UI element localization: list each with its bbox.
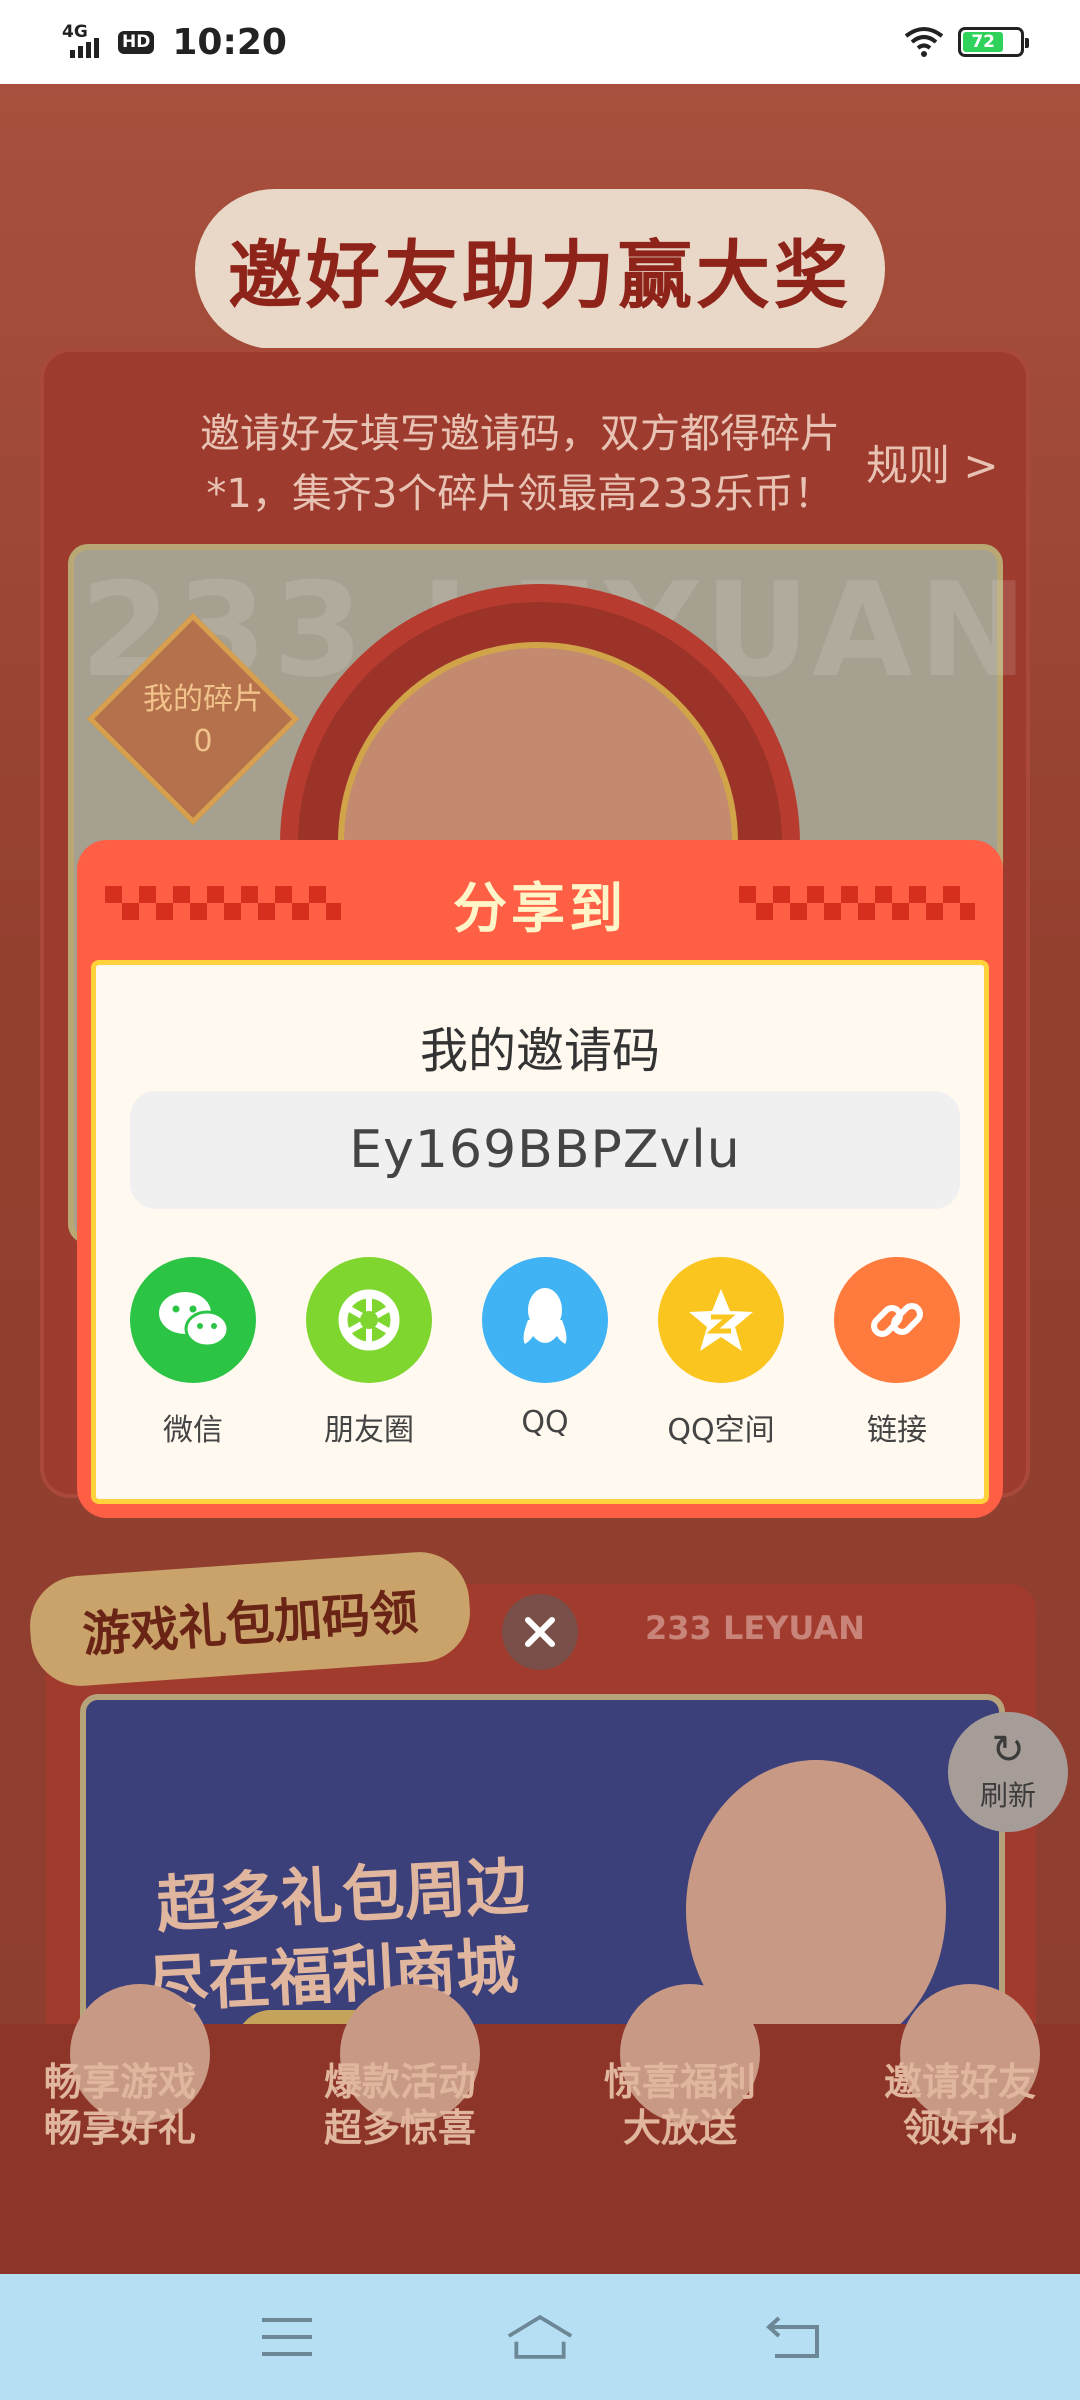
dialog-body: 我的邀请码 Ey169BBPZvlu 微信 朋友圈 QQ QQ空间 链接: [91, 960, 989, 1504]
back-icon: [766, 2316, 820, 2358]
invite-code-field[interactable]: Ey169BBPZvlu: [130, 1091, 960, 1209]
share-dialog: 分享到 我的邀请码 Ey169BBPZvlu 微信 朋友圈 QQ QQ空间 链接: [77, 840, 1003, 1518]
moments-icon[interactable]: [306, 1257, 432, 1383]
feature-item: 惊喜福利 大放送: [603, 2060, 756, 2150]
share-label: 微信: [163, 1413, 223, 1448]
share-qzone[interactable]: QQ空间: [658, 1257, 784, 1449]
rules-link[interactable]: 规则 >: [866, 432, 999, 493]
clock: 10:20: [172, 21, 287, 63]
status-bar: 4G HD 10:20 72: [0, 0, 1080, 84]
close-icon: [525, 1617, 555, 1647]
cellular-signal-icon: 4G: [62, 22, 108, 62]
feature-item: 畅享游戏 畅享好礼: [43, 2060, 196, 2150]
close-dialog-button[interactable]: [502, 1594, 578, 1670]
link-icon[interactable]: [834, 1257, 960, 1383]
my-pieces-label: 我的碎片: [143, 682, 263, 717]
invite-code-label: 我的邀请码: [419, 1023, 660, 1079]
status-bar-left: 4G HD 10:20: [62, 22, 287, 63]
menu-nav-button[interactable]: [252, 2302, 322, 2372]
hd-badge: HD: [118, 30, 155, 54]
refresh-icon: ↻: [991, 1727, 1025, 1773]
home-icon: [507, 2314, 573, 2359]
share-moments[interactable]: 朋友圈: [306, 1257, 432, 1449]
dialog-title: 分享到: [453, 877, 627, 940]
status-bar-right: 72: [904, 26, 1029, 58]
leyuan-label: 233 LEYUAN: [645, 1609, 865, 1647]
my-pieces-count: 0: [193, 724, 213, 759]
rules-description: 邀请好友填写邀请码，双方都得碎片*1，集齐3个碎片领最高233乐币！: [200, 411, 840, 517]
share-wechat[interactable]: 微信: [130, 1257, 256, 1449]
share-label: 链接: [867, 1413, 927, 1448]
refresh-label: 刷新: [979, 1779, 1036, 1812]
refresh-button[interactable]: ↻ 刷新: [948, 1712, 1068, 1832]
share-qq[interactable]: QQ: [482, 1257, 608, 1449]
banner-title: 邀好友助力赢大奖: [195, 189, 885, 349]
share-options: 微信 朋友圈 QQ QQ空间 链接: [130, 1257, 960, 1449]
share-link[interactable]: 链接: [834, 1257, 960, 1449]
battery-icon: 72: [958, 27, 1029, 57]
qzone-icon[interactable]: [658, 1257, 784, 1383]
share-label: QQ空间: [667, 1413, 775, 1448]
menu-icon: [261, 2318, 312, 2356]
qq-icon[interactable]: [482, 1257, 608, 1383]
wechat-icon[interactable]: [130, 1257, 256, 1383]
feature-item: 爆款活动 超多惊喜: [323, 2060, 476, 2150]
share-label: 朋友圈: [324, 1413, 414, 1448]
feature-item: 邀请好友 领好礼: [883, 2060, 1036, 2150]
battery-level: 72: [971, 32, 995, 52]
wifi-icon: [904, 27, 944, 57]
share-label: QQ: [521, 1405, 569, 1440]
back-nav-button[interactable]: [758, 2302, 828, 2372]
home-nav-button[interactable]: [505, 2302, 575, 2372]
system-nav-bar: [0, 2274, 1080, 2400]
